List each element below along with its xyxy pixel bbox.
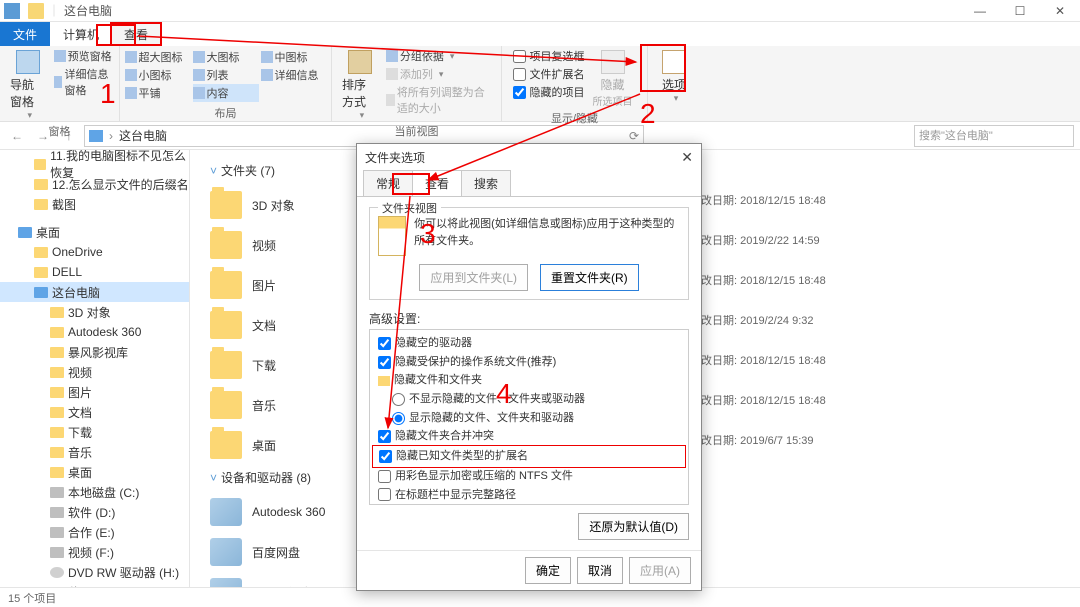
apply-to-folders-button[interactable]: 应用到文件夹(L) (419, 264, 528, 291)
options-button[interactable]: 选项▾ (654, 48, 694, 106)
tree-item[interactable]: 11.我的电脑图标不见怎么恢复 (0, 154, 189, 174)
tree-item[interactable]: 音乐 (0, 442, 189, 462)
tree-item[interactable]: 本地磁盘 (C:) (0, 482, 189, 502)
chevron-right-icon: › (109, 129, 113, 143)
maximize-button[interactable]: ☐ (1000, 0, 1040, 22)
nav-pane-button[interactable]: 导航窗格▾ (6, 48, 50, 123)
tree-item[interactable]: 这台电脑 (0, 282, 189, 302)
app-icon (4, 3, 20, 19)
tree-item[interactable]: 文档 (0, 402, 189, 422)
cancel-button[interactable]: 取消 (577, 557, 623, 584)
minimize-button[interactable]: — (960, 0, 1000, 22)
nav-tree[interactable]: 11.我的电脑图标不见怎么恢复12.怎么显示文件的后缀名截图桌面OneDrive… (0, 150, 190, 587)
fieldset-legend: 文件夹视图 (378, 200, 441, 216)
folder-options-dialog: 文件夹选项 ✕ 常规 查看 搜索 文件夹视图 你可以将此视图(如详细信息或图标)… (356, 143, 702, 591)
folder-icon (28, 3, 44, 19)
layout-5[interactable]: 详细信息 (261, 66, 327, 84)
adv-option[interactable]: 在标题栏中显示完整路径 (372, 486, 686, 505)
dialog-titlebar[interactable]: 文件夹选项 ✕ (357, 144, 701, 170)
layout-1[interactable]: 大图标 (193, 48, 259, 66)
dialog-close-button[interactable]: ✕ (681, 149, 693, 166)
tree-item[interactable]: 视频 (0, 362, 189, 382)
group-label-layout: 布局 (215, 105, 237, 121)
tree-item[interactable]: 暴风影视库 (0, 342, 189, 362)
dlg-tab-search[interactable]: 搜索 (461, 170, 511, 197)
chk-file-ext[interactable]: 文件扩展名 (513, 66, 585, 82)
window-title: 这台电脑 (64, 2, 112, 19)
ribbon-tabs: 文件 计算机 查看 (0, 22, 1080, 46)
chk-item-checkboxes[interactable]: 项目复选框 (513, 48, 585, 64)
tree-item[interactable]: 桌面 (0, 462, 189, 482)
adv-option[interactable]: 隐藏空的驱动器 (372, 334, 686, 353)
chk-hidden-items[interactable]: 隐藏的项目 (513, 84, 585, 100)
advanced-settings-list[interactable]: 隐藏空的驱动器隐藏受保护的操作系统文件(推荐)隐藏文件和文件夹不显示隐藏的文件、… (369, 329, 689, 505)
status-count: 15 个项目 (8, 590, 56, 606)
tree-item[interactable]: DELL (0, 262, 189, 282)
up-button[interactable]: ↑ (58, 125, 80, 147)
hide-selected-button[interactable]: 隐藏 所选项目 (589, 48, 637, 110)
ribbon-group-options: 选项▾ (648, 46, 700, 121)
ok-button[interactable]: 确定 (525, 557, 571, 584)
titlebar: ｜ 这台电脑 — ☐ ✕ (0, 0, 1080, 22)
tab-computer[interactable]: 计算机 (50, 22, 112, 46)
tab-file[interactable]: 文件 (0, 22, 50, 46)
layout-4[interactable]: 列表 (193, 66, 259, 84)
layout-2[interactable]: 中图标 (261, 48, 327, 66)
ribbon: 导航窗格▾ 预览窗格 详细信息窗格 窗格 超大图标大图标中图标小图标列表详细信息… (0, 46, 1080, 122)
sort-button[interactable]: 排序方式▾ (338, 48, 382, 123)
adv-option[interactable]: 隐藏受保护的操作系统文件(推荐) (372, 353, 686, 372)
tab-view[interactable]: 查看 (110, 22, 162, 46)
tree-item[interactable]: 12.怎么显示文件的后缀名 (0, 174, 189, 194)
refresh-icon[interactable]: ⟳ (629, 129, 639, 143)
tree-item[interactable]: 桌面 (0, 222, 189, 242)
tree-item[interactable]: 图片 (0, 382, 189, 402)
tree-item[interactable]: 合作 (E:) (0, 522, 189, 542)
restore-defaults-button[interactable]: 还原为默认值(D) (578, 513, 689, 540)
folder-views-msg: 你可以将此视图(如详细信息或图标)应用于这种类型的所有文件夹。 (414, 216, 680, 256)
adv-option[interactable]: 用彩色显示加密或压缩的 NTFS 文件 (372, 467, 686, 486)
forward-button[interactable]: → (32, 125, 54, 147)
add-columns-button[interactable]: 添加列▾ (386, 66, 495, 82)
tree-item[interactable]: Autodesk 360 (0, 322, 189, 342)
layout-0[interactable]: 超大图标 (125, 48, 191, 66)
details-pane-button[interactable]: 详细信息窗格 (54, 66, 113, 98)
ribbon-group-current: 排序方式▾ 分组依据▾ 添加列▾ 将所有列调整为合适的大小 当前视图 (332, 46, 502, 121)
size-columns-button[interactable]: 将所有列调整为合适的大小 (386, 84, 495, 116)
close-button[interactable]: ✕ (1040, 0, 1080, 22)
adv-option[interactable]: 在单独的进程中打开文件夹窗口 (372, 504, 686, 505)
ribbon-group-panes: 导航窗格▾ 预览窗格 详细信息窗格 窗格 (0, 46, 120, 121)
dlg-tab-general[interactable]: 常规 (363, 170, 413, 197)
qat-separator: ｜ (48, 2, 60, 19)
adv-option[interactable]: 不显示隐藏的文件、文件夹或驱动器 (372, 390, 686, 409)
folder-view-icon (378, 216, 406, 256)
tree-item[interactable]: OneDrive (0, 242, 189, 262)
pc-icon (89, 130, 103, 142)
dlg-tab-view[interactable]: 查看 (412, 170, 462, 197)
breadcrumb-segment[interactable]: 这台电脑 (119, 127, 167, 144)
advanced-label: 高级设置: (369, 310, 689, 327)
tree-item[interactable]: 3D 对象 (0, 302, 189, 322)
tree-item[interactable]: 截图 (0, 194, 189, 214)
folder-views-fieldset: 文件夹视图 你可以将此视图(如详细信息或图标)应用于这种类型的所有文件夹。 应用… (369, 207, 689, 300)
ribbon-group-layout: 超大图标大图标中图标小图标列表详细信息平铺内容 布局 (120, 46, 332, 121)
dialog-title: 文件夹选项 (365, 149, 425, 166)
reset-folders-button[interactable]: 重置文件夹(R) (540, 264, 639, 291)
group-by-button[interactable]: 分组依据▾ (386, 48, 495, 64)
search-input[interactable]: 搜索"这台电脑" (914, 125, 1074, 147)
tree-item[interactable]: DVD RW 驱动器 (H:) (0, 562, 189, 582)
layout-6[interactable]: 平铺 (125, 84, 191, 102)
adv-option[interactable]: 隐藏已知文件类型的扩展名 (372, 445, 686, 468)
layout-3[interactable]: 小图标 (125, 66, 191, 84)
adv-option[interactable]: 隐藏文件夹合并冲突 (372, 427, 686, 446)
adv-header: 隐藏文件和文件夹 (372, 371, 686, 390)
back-button[interactable]: ← (6, 125, 28, 147)
tree-item[interactable]: 视频 (F:) (0, 542, 189, 562)
tree-item[interactable]: 下载 (0, 422, 189, 442)
tree-item[interactable]: 软件 (D:) (0, 502, 189, 522)
ribbon-group-showhide: 项目复选框 文件扩展名 隐藏的项目 隐藏 所选项目 显示/隐藏 (502, 46, 648, 121)
layout-7[interactable]: 内容 (193, 84, 259, 102)
adv-option[interactable]: 显示隐藏的文件、文件夹和驱动器 (372, 409, 686, 428)
apply-button[interactable]: 应用(A) (629, 557, 691, 584)
preview-pane-button[interactable]: 预览窗格 (54, 48, 113, 64)
